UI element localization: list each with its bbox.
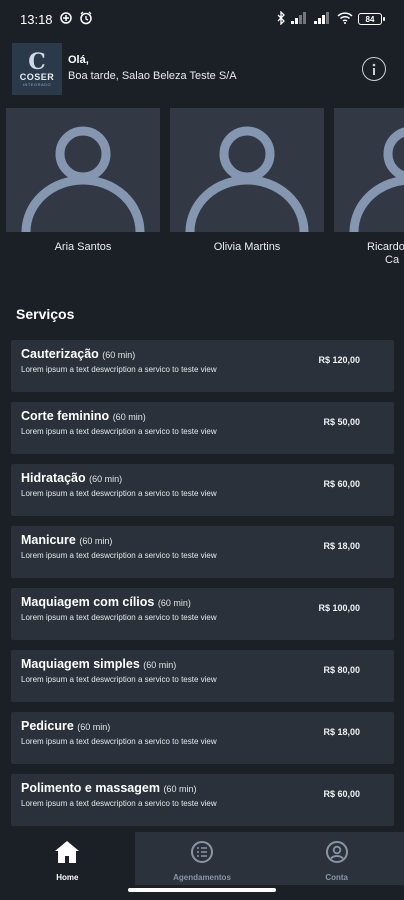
professional-name-line1: Ricardo [367, 241, 404, 253]
service-price: R$ 60,00 [323, 789, 360, 799]
logo-subtitle: INTEGRADO [22, 81, 52, 87]
gesture-bar[interactable] [128, 888, 276, 892]
service-price: R$ 50,00 [323, 417, 360, 427]
professional-card[interactable]: Aria Santos [6, 108, 160, 254]
avatar [6, 108, 160, 232]
service-name: Manicure [21, 533, 76, 547]
home-icon [54, 840, 80, 869]
service-card[interactable]: Hidratação (60 min) Lorem ipsum a text d… [11, 464, 394, 516]
bottom-nav: Home Agendamentos Conta [0, 832, 404, 885]
service-duration: (60 min) [102, 350, 136, 360]
service-card[interactable]: Maquiagem simples (60 min) Lorem ipsum a… [11, 650, 394, 702]
service-duration: (60 min) [79, 536, 113, 546]
status-time: 13:18 [20, 11, 53, 27]
nav-conta[interactable]: Conta [269, 832, 404, 885]
signal-icon [314, 11, 332, 27]
nav-label: Home [56, 873, 79, 882]
battery-icon: 84 [358, 13, 385, 25]
service-card[interactable]: Cauterização (60 min) Lorem ipsum a text… [11, 340, 394, 392]
logo-letter: C [28, 48, 46, 75]
service-price: R$ 120,00 [318, 355, 360, 365]
service-name: Corte feminino [21, 409, 110, 423]
nav-label: Agendamentos [173, 873, 231, 882]
service-description: Lorem ipsum a text deswcription a servic… [21, 489, 217, 498]
professional-name: Ricardo Ca [334, 241, 404, 267]
service-name-line: Maquiagem simples (60 min) [21, 657, 176, 671]
service-duration: (60 min) [112, 412, 146, 422]
service-name-line: Polimento e massagem (60 min) [21, 781, 196, 795]
service-name-line: Hidratação (60 min) [21, 471, 122, 485]
nav-agendamentos[interactable]: Agendamentos [134, 832, 270, 885]
service-name: Hidratação [21, 471, 86, 485]
status-bar: 13:18 84 [0, 0, 404, 38]
service-name-line: Pedicure (60 min) [21, 719, 110, 733]
service-price: R$ 60,00 [323, 479, 360, 489]
professional-name: Olivia Martins [213, 241, 281, 253]
service-description: Lorem ipsum a text deswcription a servic… [21, 551, 217, 560]
service-name: Maquiagem com cílios [21, 595, 155, 609]
account-icon [325, 840, 349, 869]
wifi-icon [337, 11, 353, 27]
service-description: Lorem ipsum a text deswcription a servic… [21, 675, 217, 684]
service-name-line: Manicure (60 min) [21, 533, 112, 547]
nav-label: Conta [325, 873, 349, 882]
service-description: Lorem ipsum a text deswcription a servic… [21, 737, 217, 746]
service-card[interactable]: Polimento e massagem (60 min) Lorem ipsu… [11, 774, 394, 826]
services-title: Serviços [16, 306, 75, 322]
professionals-carousel[interactable]: Aria Santos Olivia Martins Ricardo Ca [0, 100, 404, 280]
service-duration: (60 min) [77, 722, 111, 732]
gesture-area [0, 885, 404, 900]
header: C COSER INTEGRADO Olá, Boa tarde, Salao … [0, 38, 404, 100]
professional-name: Aria Santos [54, 241, 112, 253]
service-card[interactable]: Maquiagem com cílios (60 min) Lorem ipsu… [11, 588, 394, 640]
list-icon [190, 840, 214, 869]
avatar [170, 108, 324, 232]
logo-name: COSER [19, 71, 55, 82]
service-description: Lorem ipsum a text deswcription a servic… [21, 613, 217, 622]
service-description: Lorem ipsum a text deswcription a servic… [21, 427, 217, 436]
service-name: Cauterização [21, 347, 99, 361]
service-price: R$ 100,00 [318, 603, 360, 613]
signal-icon [291, 11, 309, 27]
service-price: R$ 18,00 [323, 541, 360, 551]
service-name-line: Cauterização (60 min) [21, 347, 135, 361]
service-name-line: Maquiagem com cílios (60 min) [21, 595, 191, 609]
professional-card[interactable]: Olivia Martins [170, 108, 324, 254]
service-price: R$ 18,00 [323, 727, 360, 737]
info-icon[interactable] [362, 57, 386, 81]
service-description: Lorem ipsum a text deswcription a servic… [21, 799, 217, 808]
professional-name-line2: Ca [385, 254, 400, 266]
service-card[interactable]: Manicure (60 min) Lorem ipsum a text des… [11, 526, 394, 578]
service-card[interactable]: Pedicure (60 min) Lorem ipsum a text des… [11, 712, 394, 764]
service-duration: (60 min) [157, 598, 191, 608]
nav-home[interactable]: Home [0, 832, 135, 885]
avatar [334, 108, 404, 232]
service-duration: (60 min) [163, 784, 197, 794]
status-right: 84 [276, 9, 385, 28]
data-saver-icon [59, 11, 73, 28]
service-price: R$ 80,00 [323, 665, 360, 675]
service-duration: (60 min) [143, 660, 177, 670]
professional-card[interactable]: Ricardo Ca [334, 108, 404, 267]
greeting-subtitle: Boa tarde, Salao Beleza Teste S/A [68, 70, 237, 82]
status-left: 13:18 [20, 11, 93, 28]
service-name: Maquiagem simples [21, 657, 140, 671]
service-name: Polimento e massagem [21, 781, 160, 795]
service-name-line: Corte feminino (60 min) [21, 409, 146, 423]
bluetooth-icon [276, 9, 286, 28]
service-name: Pedicure [21, 719, 74, 733]
battery-level: 84 [365, 14, 375, 24]
greeting: Olá, [68, 54, 89, 66]
service-card[interactable]: Corte feminino (60 min) Lorem ipsum a te… [11, 402, 394, 454]
service-duration: (60 min) [89, 474, 123, 484]
alarm-icon [79, 11, 93, 28]
service-description: Lorem ipsum a text deswcription a servic… [21, 365, 217, 374]
greeting-block: Olá, Boa tarde, Salao Beleza Teste S/A [68, 53, 362, 85]
company-logo: C COSER INTEGRADO [12, 43, 62, 95]
